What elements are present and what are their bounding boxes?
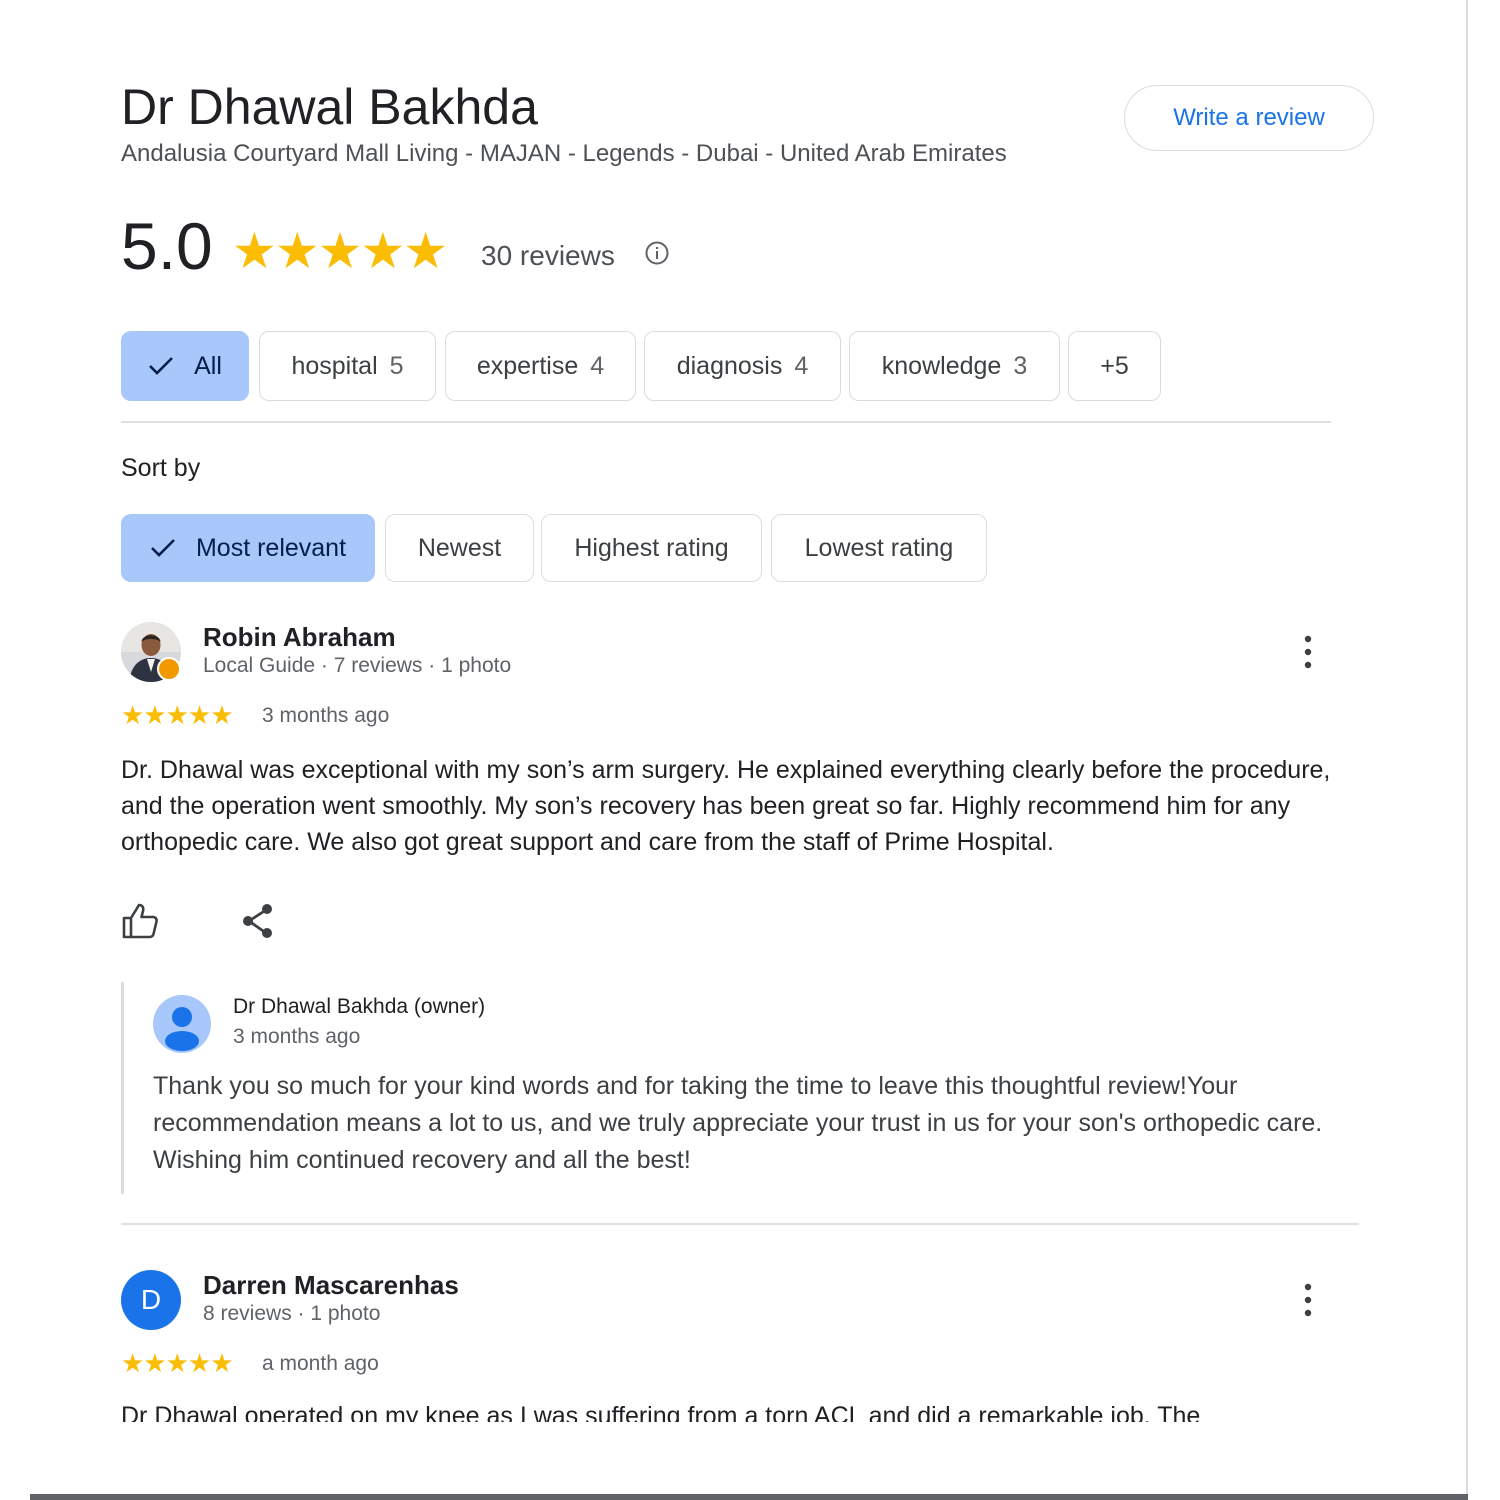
chip-count: 4 (794, 351, 809, 380)
chip-count: 3 (1013, 351, 1028, 380)
reviewer-name[interactable]: Robin Abraham (203, 622, 396, 653)
chip-count: 5 (389, 351, 404, 380)
owner-reply-text: Thank you so much for your kind words an… (153, 1072, 1323, 1174)
reviewer-meta: Local Guide · 7 reviews · 1 photo (203, 654, 512, 677)
sort-label: Highest rating (574, 533, 729, 562)
owner-reply-time: 3 months ago (233, 1025, 361, 1048)
local-guide-badge-icon (157, 657, 181, 681)
rating-score: 5.0 (121, 209, 213, 283)
chip-label: diagnosis (676, 351, 783, 380)
review-stars: ★★★★★ (121, 700, 234, 730)
review-count: 30 reviews (481, 240, 615, 271)
thumb-up-icon[interactable] (121, 902, 159, 940)
sort-most-relevant[interactable]: Most relevant (121, 514, 375, 582)
write-review-button[interactable]: Write a review (1124, 85, 1374, 151)
owner-reply-name: Dr Dhawal Bakhda (owner) (233, 995, 486, 1018)
chip-knowledge[interactable]: knowledge 3 (849, 331, 1060, 401)
sort-highest-rating[interactable]: Highest rating (541, 514, 762, 582)
check-icon (149, 357, 174, 375)
reviewer-name[interactable]: Darren Mascarenhas (203, 1270, 459, 1301)
person-icon (153, 995, 211, 1053)
chip-all[interactable]: All (121, 331, 249, 401)
divider (121, 1223, 1359, 1225)
chip-expertise[interactable]: expertise 4 (445, 331, 636, 401)
window-edge-bottom (30, 1494, 1468, 1500)
owner-reply-bar (121, 982, 124, 1194)
check-icon (151, 539, 175, 557)
review-text: Dr. Dhawal was exceptional with my son’s… (121, 756, 1331, 856)
chip-diagnosis[interactable]: diagnosis 4 (644, 331, 841, 401)
chip-label: hospital (291, 351, 378, 380)
review-text: Dr Dhawal operated on my knee as I was s… (121, 1402, 1201, 1422)
sort-label: Most relevant (195, 533, 347, 562)
divider (121, 421, 1331, 423)
chip-more[interactable]: +5 (1068, 331, 1161, 401)
sort-label: Lowest rating (804, 533, 954, 562)
info-icon[interactable] (645, 241, 669, 265)
reviewer-avatar[interactable]: D (121, 1270, 181, 1330)
sort-label: Newest (417, 533, 502, 562)
more-vert-icon[interactable] (1296, 1282, 1320, 1318)
page-title: Dr Dhawal Bakhda (121, 79, 538, 135)
rating-stars: ★★★★★ (232, 223, 448, 279)
reviewer-meta: 8 reviews · 1 photo (203, 1302, 381, 1325)
sort-by-label: Sort by (121, 454, 201, 482)
chip-label: expertise (476, 351, 579, 380)
review-time: a month ago (262, 1352, 379, 1375)
more-vert-icon[interactable] (1296, 634, 1320, 670)
sort-newest[interactable]: Newest (385, 514, 534, 582)
review-text-clip: Dr Dhawal operated on my knee as I was s… (121, 1398, 1351, 1422)
place-address: Andalusia Courtyard Mall Living - MAJAN … (121, 140, 1007, 167)
window-edge-right (1466, 0, 1468, 1500)
chip-label: +5 (1100, 351, 1129, 380)
sort-lowest-rating[interactable]: Lowest rating (771, 514, 987, 582)
review-stars: ★★★★★ (121, 1348, 234, 1378)
review-time: 3 months ago (262, 704, 390, 727)
chip-count: 4 (590, 351, 605, 380)
share-icon[interactable] (240, 902, 276, 940)
chip-label: knowledge (881, 351, 1002, 380)
chip-hospital[interactable]: hospital 5 (259, 331, 436, 401)
chip-label: All (194, 351, 222, 380)
